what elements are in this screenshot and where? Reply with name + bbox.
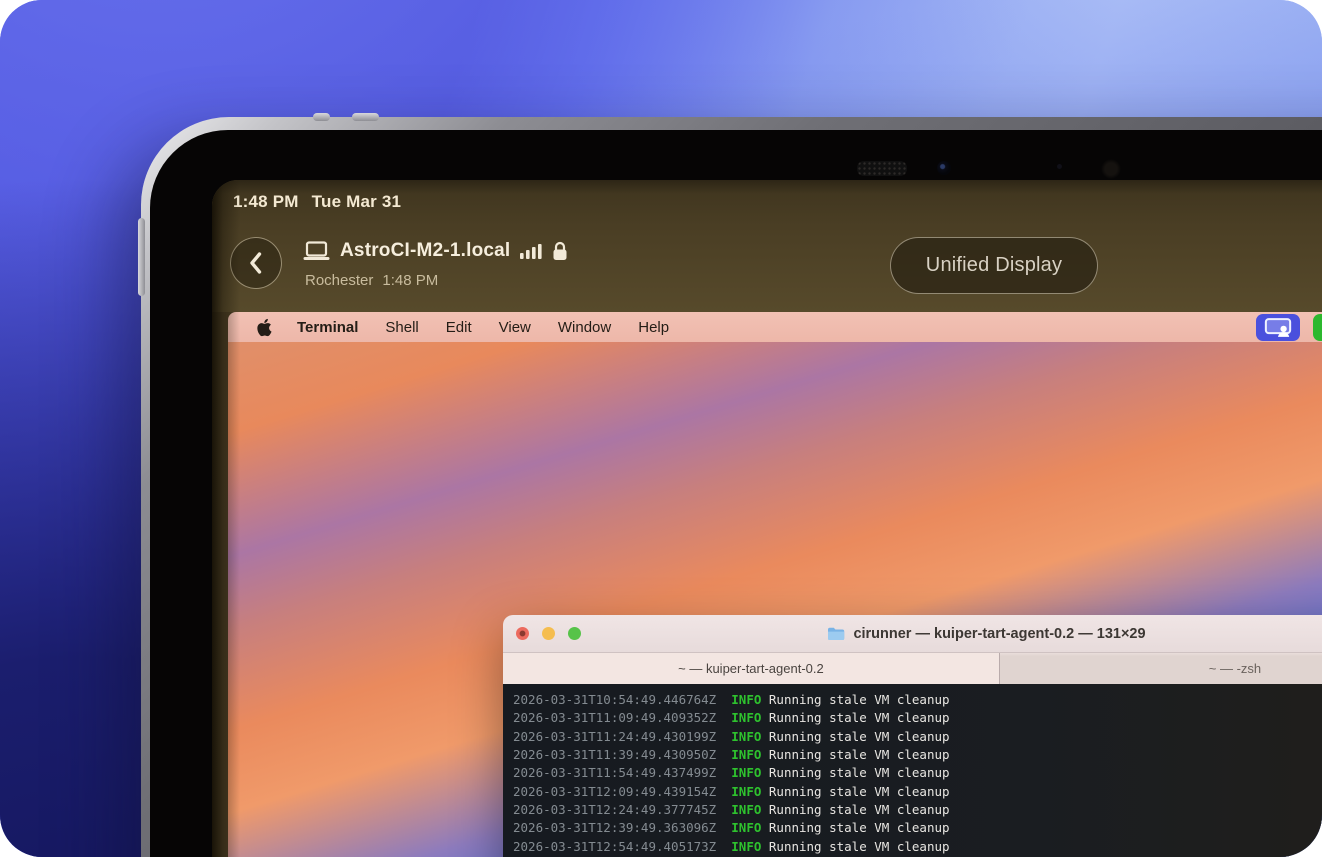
folder-icon (827, 626, 845, 641)
screenshot-frame: 1:48 PM Tue Mar 31 AstroCI-M2-1.local (0, 0, 1322, 857)
host-local-time: 1:48 PM (382, 272, 438, 289)
terminal-tab-bar: ~ — kuiper-tart-agent-0.2 ~ — -zsh (503, 653, 1322, 684)
menu-shell[interactable]: Shell (385, 319, 418, 336)
terminal-log-line: 2026-03-31T11:24:49.430199Z INFO Running… (513, 728, 1322, 746)
volume-up-button (352, 113, 379, 121)
terminal-log-line: 2026-03-31T10:54:49.446764Z INFO Running… (513, 691, 1322, 709)
host-row: AstroCI-M2-1.local (303, 240, 568, 262)
rounded-canvas: 1:48 PM Tue Mar 31 AstroCI-M2-1.local (0, 0, 1322, 857)
unified-display-button[interactable]: Unified Display (890, 237, 1098, 294)
menu-edit[interactable]: Edit (446, 319, 472, 336)
dog-app-icon[interactable] (1313, 314, 1322, 341)
macos-menu-bar: Terminal Shell Edit View Window Help (228, 312, 1322, 342)
speaker-grille (857, 161, 907, 176)
tab-kuiper-tart-agent[interactable]: ~ — kuiper-tart-agent-0.2 (503, 653, 1000, 684)
menu-bar-status-icons (1256, 314, 1322, 340)
macos-desktop-wallpaper: cirunner — kuiper-tart-agent-0.2 — 131×2… (228, 342, 1322, 857)
ipad-device: 1:48 PM Tue Mar 31 AstroCI-M2-1.local (141, 117, 1322, 857)
terminal-log-line: 2026-03-31T12:09:49.439154Z INFO Running… (513, 783, 1322, 801)
screen-sharing-icon[interactable] (1256, 314, 1300, 341)
ipad-screen: 1:48 PM Tue Mar 31 AstroCI-M2-1.local (212, 180, 1322, 857)
tab-zsh[interactable]: ~ — -zsh (1000, 653, 1322, 684)
menu-window[interactable]: Window (558, 319, 611, 336)
window-title-text: cirunner — kuiper-tart-agent-0.2 — 131×2… (853, 626, 1145, 642)
terminal-log-line: 2026-03-31T11:39:49.430950Z INFO Running… (513, 746, 1322, 764)
terminal-log-line: 2026-03-31T12:39:49.363096Z INFO Running… (513, 819, 1322, 837)
side-button (138, 218, 145, 296)
window-title: cirunner — kuiper-tart-agent-0.2 — 131×2… (827, 626, 1145, 642)
laptop-icon (303, 241, 330, 261)
close-button[interactable] (516, 627, 529, 640)
host-subtitle-row: Rochester 1:48 PM (305, 272, 438, 289)
back-button[interactable] (230, 237, 282, 289)
terminal-title-bar[interactable]: cirunner — kuiper-tart-agent-0.2 — 131×2… (503, 615, 1322, 653)
status-time: 1:48 PM (233, 192, 299, 211)
terminal-log-line: 2026-03-31T11:09:49.409352Z INFO Running… (513, 709, 1322, 727)
host-location: Rochester (305, 272, 373, 289)
tab-label: ~ — -zsh (1209, 661, 1261, 676)
host-name: AstroCI-M2-1.local (340, 240, 510, 262)
lock-icon (552, 241, 568, 261)
menu-terminal[interactable]: Terminal (297, 319, 358, 336)
terminal-log-line: 2026-03-31T12:54:49.405173Z INFO Running… (513, 838, 1322, 856)
minimize-button[interactable] (542, 627, 555, 640)
apple-logo-icon[interactable] (256, 318, 272, 337)
terminal-log-line: 2026-03-31T11:54:49.437499Z INFO Running… (513, 764, 1322, 782)
terminal-output: 2026-03-31T10:54:49.446764Z INFO Running… (503, 684, 1322, 857)
status-date: Tue Mar 31 (312, 192, 402, 211)
status-bar: 1:48 PM Tue Mar 31 (233, 192, 401, 212)
menu-view[interactable]: View (499, 319, 531, 336)
ambient-sensor-dot (1057, 164, 1062, 169)
menu-help[interactable]: Help (638, 319, 669, 336)
signal-bars-icon (520, 243, 542, 259)
chevron-left-icon (246, 250, 266, 276)
traffic-lights (516, 615, 581, 652)
unified-display-label: Unified Display (926, 254, 1062, 277)
face-id-sensor (1101, 159, 1121, 179)
tab-label: ~ — kuiper-tart-agent-0.2 (678, 661, 824, 676)
front-camera-icon (937, 161, 951, 175)
remote-session-bar: 1:48 PM Tue Mar 31 AstroCI-M2-1.local (212, 180, 1322, 312)
volume-down-button (313, 113, 330, 121)
terminal-log-line: 2026-03-31T12:24:49.377745Z INFO Running… (513, 801, 1322, 819)
terminal-window: cirunner — kuiper-tart-agent-0.2 — 131×2… (503, 615, 1322, 857)
zoom-button[interactable] (568, 627, 581, 640)
